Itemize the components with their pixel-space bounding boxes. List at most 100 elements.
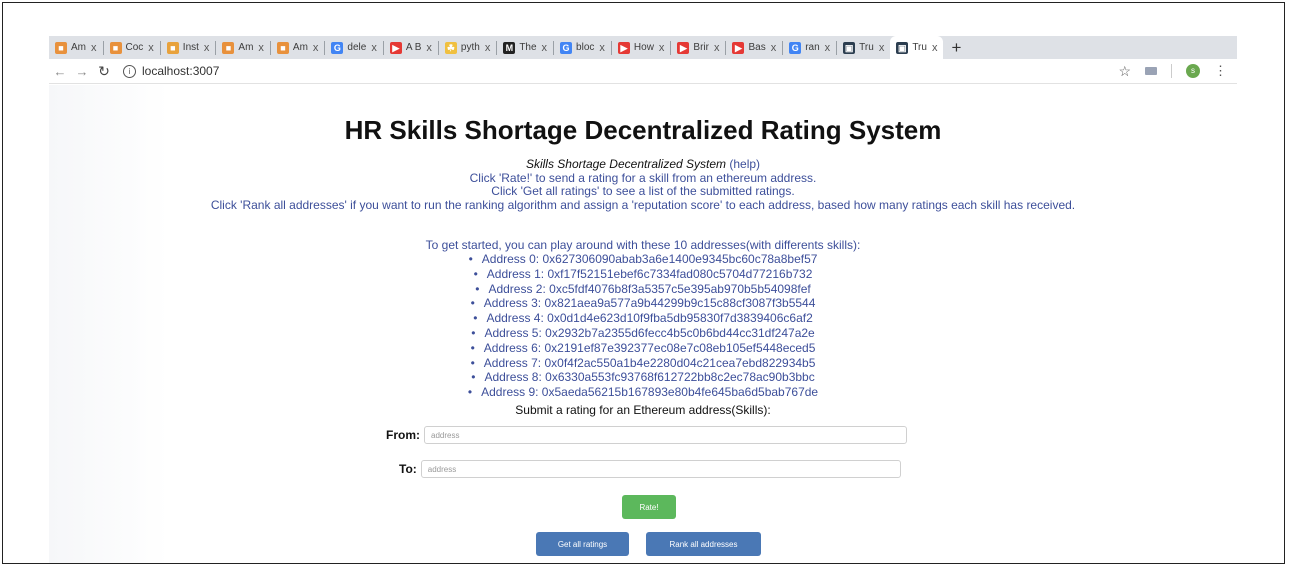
cube-icon: ■ (55, 41, 67, 54)
close-icon[interactable]: x (771, 42, 777, 54)
instruction-rate: Click 'Rate!' to send a rating for a ski… (469, 170, 817, 185)
tab-6[interactable]: ▶ A B x (384, 36, 438, 59)
close-icon[interactable]: x (313, 42, 319, 54)
submit-heading: Submit a rating for an Ethereum address(… (515, 403, 771, 417)
tab-label: bloc (576, 42, 595, 53)
tab-label: ran (805, 42, 820, 53)
tab-label: Tru (859, 42, 874, 53)
close-icon[interactable]: x (91, 42, 97, 54)
medium-icon: M (503, 41, 516, 54)
cube-icon: ■ (276, 41, 289, 54)
bookmark-star-icon[interactable]: ☆ (1118, 63, 1131, 80)
close-icon[interactable]: x (371, 42, 377, 54)
cube-icon: ■ (109, 41, 122, 54)
list-item: Address 9: 0x5aeda56215b167893e80b4fe645… (49, 385, 1237, 400)
youtube-icon: ▶ (389, 41, 402, 54)
list-item: Address 1: 0xf17f52151ebef6c7334fad080c5… (49, 267, 1237, 282)
app-icon: ▣ (843, 41, 856, 54)
tab-label: The (519, 42, 537, 53)
toolbar-divider (1171, 64, 1172, 78)
tab-label: Bas (748, 42, 766, 53)
tab-14[interactable]: ▣ Tru x (837, 36, 890, 59)
tab-2[interactable]: ■ Inst x (161, 36, 216, 59)
tab-label: pyth (460, 42, 480, 53)
list-item: Address 3: 0x821aea9a577a9b44299b9c15c88… (49, 296, 1237, 311)
close-icon[interactable]: x (426, 42, 432, 54)
to-row: To: (399, 460, 901, 478)
screenshot-frame: ■ Am x ■ Coc x ■ Inst x ■ Am x ■ Am x Gdele x ▶ A Bx ☘ pyth x… (2, 2, 1285, 564)
tab-5[interactable]: Gdele x (325, 36, 382, 59)
youtube-icon: ▶ (677, 41, 690, 54)
tab-0[interactable]: ■ Am x (49, 36, 103, 59)
to-label: To: (399, 462, 417, 476)
rate-button[interactable]: Rate! (622, 495, 676, 519)
get-started-text: To get started, you can play around with… (425, 238, 861, 252)
tab-label: Am (71, 42, 86, 53)
help-link[interactable]: (help) (729, 157, 760, 171)
get-all-ratings-button[interactable]: Get all ratings (536, 532, 629, 556)
close-icon[interactable]: x (825, 42, 831, 54)
from-address-input[interactable] (424, 426, 907, 444)
close-icon[interactable]: x (932, 42, 938, 54)
tab-label: A B (405, 42, 422, 53)
menu-icon[interactable]: ⋮ (1214, 63, 1227, 79)
to-address-input[interactable] (420, 460, 901, 478)
address-bar[interactable]: i localhost:3007 (123, 64, 1118, 78)
profile-avatar[interactable]: s (1186, 64, 1200, 78)
tab-3[interactable]: ■ Am x (216, 36, 270, 59)
forward-icon[interactable]: → (71, 64, 93, 79)
tab-label: Inst (182, 42, 199, 53)
close-icon[interactable]: x (258, 42, 264, 54)
tab-9[interactable]: Gbloc x (554, 36, 611, 59)
new-tab-icon[interactable]: + (943, 38, 969, 58)
tab-1[interactable]: ■ Coc x (104, 36, 160, 59)
tab-label: Brir (693, 42, 709, 53)
page-title: HR Skills Shortage Decentralized Rating … (344, 115, 942, 145)
tab-12[interactable]: ▶ Bas x (726, 36, 782, 59)
extension-icon[interactable] (1145, 67, 1157, 75)
close-icon[interactable]: x (148, 42, 154, 54)
page-content: HR Skills Shortage Decentralized Rating … (49, 85, 1237, 563)
close-icon[interactable]: x (542, 42, 548, 54)
close-icon[interactable]: x (599, 42, 605, 54)
system-subtitle: Skills Shortage Decentralized System (525, 157, 727, 171)
from-label: From: (386, 428, 420, 442)
list-item: Address 6: 0x2191ef87e392377ec08e7c08eb1… (49, 341, 1237, 356)
close-icon[interactable]: x (879, 42, 885, 54)
tab-7[interactable]: ☘ pyth x (439, 36, 496, 59)
close-icon[interactable]: x (714, 42, 720, 54)
list-item: Address 4: 0x0d1d4e623d10f9fba5db95830f7… (49, 311, 1237, 326)
google-icon: G (331, 41, 344, 54)
tab-4[interactable]: ■ Am x (271, 36, 325, 59)
rank-all-addresses-button[interactable]: Rank all addresses (646, 532, 761, 556)
tab-label: Coc (125, 42, 144, 53)
cube-icon: ■ (222, 41, 235, 54)
url-text: localhost:3007 (142, 64, 220, 78)
back-icon[interactable]: ← (49, 64, 71, 79)
youtube-icon: ▶ (617, 41, 630, 54)
instruction-rank: Click 'Rank all addresses' if you want t… (210, 197, 1076, 212)
list-item: Address 8: 0x6330a553fc93768f612722bb8c2… (49, 370, 1237, 385)
browser-toolbar: ← → ↻ i localhost:3007 ☆ s ⋮ (49, 59, 1237, 84)
tab-label: How (633, 42, 654, 53)
close-icon[interactable]: x (485, 42, 491, 54)
intro-block: Skills Shortage Decentralized System (he… (49, 157, 1237, 212)
reload-icon[interactable]: ↻ (93, 63, 115, 80)
instruction-get-all: Click 'Get all ratings' to see a list of… (491, 184, 795, 198)
tab-strip: ■ Am x ■ Coc x ■ Inst x ■ Am x ■ Am x Gdele x ▶ A Bx ☘ pyth x… (49, 36, 1237, 59)
tab-10[interactable]: ▶ How x (612, 36, 671, 59)
tab-11[interactable]: ▶ Brir x (671, 36, 725, 59)
tab-13[interactable]: Gran x (783, 36, 836, 59)
info-icon[interactable]: i (123, 64, 136, 78)
close-icon[interactable]: x (659, 42, 665, 54)
address-list: Address 0: 0x627306090abab3a6e1400e9345b… (49, 252, 1237, 400)
google-icon: G (789, 41, 802, 54)
close-icon[interactable]: x (204, 42, 210, 54)
tab-label: Am (238, 42, 254, 53)
app-icon: ▣ (896, 41, 909, 54)
cube-icon: ■ (166, 41, 179, 54)
tab-label: dele (347, 42, 367, 53)
tab-15[interactable]: ▣ Tru x (890, 36, 944, 59)
google-icon: G (560, 41, 573, 54)
tab-8[interactable]: M The x (497, 36, 553, 59)
